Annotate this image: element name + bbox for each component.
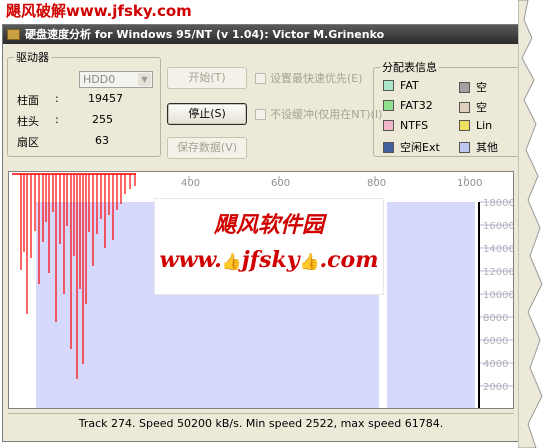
legend-free-ext: 空闲Ext [383, 139, 440, 155]
save-data-button[interactable]: 保存数据(V) [167, 137, 247, 159]
partition-group-label: 分配表信息 [382, 61, 437, 74]
checkbox-box[interactable] [255, 73, 266, 84]
start-button[interactable]: 开始(T) [167, 67, 247, 89]
status-bar: Track 274. Speed 50200 kB/s. Min speed 2… [8, 413, 514, 434]
cylinders-label: 柱面 [17, 94, 39, 107]
swatch-ntfs [383, 120, 394, 131]
drive-select[interactable]: HDD0 ▼ [79, 71, 153, 88]
partition-band [387, 202, 475, 408]
x-tick-label: 600 [271, 178, 290, 189]
legend-empty-1: 空 [459, 79, 487, 95]
y-tick-label: 2000 [483, 382, 508, 393]
x-tick-label: 1000 [457, 178, 482, 189]
swatch-other [459, 142, 470, 153]
y-tick-label: 14000 [483, 244, 514, 255]
swatch-linux [459, 120, 470, 131]
legend-ntfs: NTFS [383, 119, 428, 132]
y-tick-label: 6000 [483, 336, 508, 347]
sectors-value: 63 [95, 134, 109, 147]
fastest-priority-checkbox[interactable]: 设置最快速优先(E) [255, 70, 363, 86]
stop-button[interactable]: 停止(S) [167, 103, 247, 125]
checkbox-box[interactable] [255, 109, 266, 120]
watermark-banner: 飓风破解www.jfsky.com [0, 0, 198, 22]
swatch-fat32 [383, 100, 394, 111]
legend-fat32: FAT32 [383, 99, 433, 112]
heads-sep: : [55, 113, 59, 126]
legend-linux: Lin [459, 119, 492, 132]
ad-url-prefix: www. [159, 247, 222, 273]
ad-url-suffix: .com [319, 247, 379, 273]
legend-ntfs-label: NTFS [400, 119, 429, 132]
thumbs-up-icon: 👍 [221, 252, 242, 271]
ad-url-mid: jfsky [241, 247, 300, 273]
title-bar[interactable]: 硬盘速度分析 for Windows 95/NT (v 1.04): Victo… [3, 25, 521, 44]
ad-title: 飓风软件园 [213, 212, 324, 238]
disk-icon [7, 29, 20, 40]
no-buffer-checkbox[interactable]: 不设缓冲(仅用在NT)(I) [255, 106, 382, 122]
legend-fat-label: FAT [400, 79, 419, 92]
legend-fat: FAT [383, 79, 419, 92]
cylinders-sep: : [55, 92, 59, 105]
swatch-free-ext [383, 142, 394, 153]
torn-edge [518, 0, 543, 448]
drive-select-value: HDD0 [83, 73, 116, 86]
watermark-ad: 飓风软件园 www.👍jfsky👍.com [154, 198, 384, 295]
y-tick-label: 10000 [483, 290, 514, 301]
y-tick-label: 8000 [483, 313, 508, 324]
y-tick-label: 16000 [483, 221, 514, 232]
y-tick-label: 12000 [483, 267, 514, 278]
legend-empty-2-label: 空 [476, 101, 487, 114]
ad-url: www.👍jfsky👍.com [155, 247, 383, 273]
chevron-down-icon[interactable]: ▼ [138, 73, 151, 86]
x-tick-label: 400 [181, 178, 200, 189]
legend-empty-1-label: 空 [476, 81, 487, 94]
window-title: 硬盘速度分析 for Windows 95/NT (v 1.04): Victo… [25, 28, 385, 41]
thumbs-up-icon: 👍 [299, 252, 320, 271]
sectors-label: 扇区 [17, 136, 39, 149]
drive-group-label: 驱动器 [16, 51, 49, 64]
legend-linux-label: Lin [476, 119, 493, 132]
cylinders-value: 19457 [88, 92, 123, 105]
swatch-fat [383, 80, 394, 91]
legend-other: 其他 [459, 139, 498, 155]
legend-fat32-label: FAT32 [400, 99, 433, 112]
no-buffer-label: 不设缓冲(仅用在NT)(I) [270, 108, 383, 121]
swatch-empty-1 [459, 82, 470, 93]
y-tick-label: 4000 [483, 359, 508, 370]
fastest-priority-label: 设置最快速优先(E) [270, 72, 363, 85]
legend-free-ext-label: 空闲Ext [400, 141, 440, 154]
legend-empty-2: 空 [459, 99, 487, 115]
y-tick-label: 18000 [483, 198, 514, 209]
legend-other-label: 其他 [476, 141, 498, 154]
heads-value: 255 [92, 113, 113, 126]
heads-label: 柱头 [17, 115, 39, 128]
swatch-empty-2 [459, 102, 470, 113]
x-tick-label: 800 [367, 178, 386, 189]
